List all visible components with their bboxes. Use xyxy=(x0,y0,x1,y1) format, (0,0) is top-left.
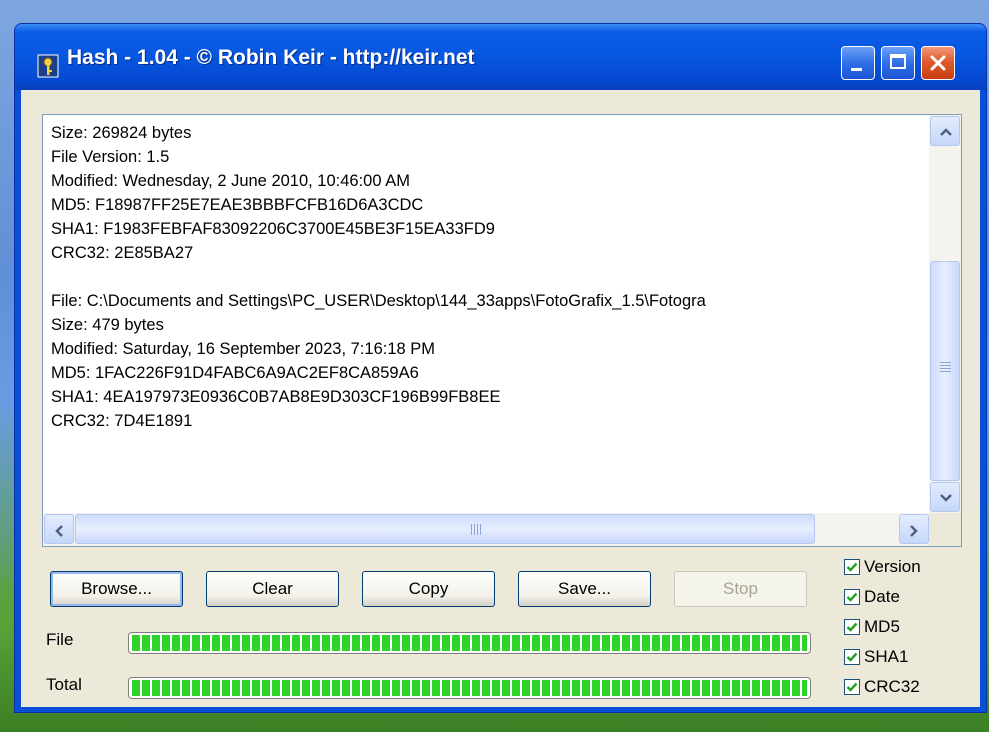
checkbox-sha1[interactable] xyxy=(844,649,860,665)
grip-icon xyxy=(940,362,951,374)
scroll-right-button[interactable] xyxy=(899,514,929,544)
file-progress-fill xyxy=(132,635,807,651)
scroll-up-button[interactable] xyxy=(930,116,960,146)
option-label: CRC32 xyxy=(864,677,920,696)
scroll-down-button[interactable] xyxy=(930,482,960,512)
chevron-left-icon xyxy=(55,525,63,537)
horizontal-scrollbar[interactable] xyxy=(43,513,930,546)
maximize-button[interactable] xyxy=(881,46,915,80)
chevron-right-icon xyxy=(910,525,918,537)
checkmark-icon xyxy=(846,562,858,572)
minimize-button[interactable] xyxy=(841,46,875,80)
hash-output-text[interactable]: Size: 269824 bytes File Version: 1.5 Mod… xyxy=(43,115,930,513)
scroll-left-button[interactable] xyxy=(44,514,74,544)
close-icon xyxy=(930,55,946,71)
checkmark-icon xyxy=(846,652,858,662)
hash-output-box[interactable]: Size: 269824 bytes File Version: 1.5 Mod… xyxy=(42,114,962,547)
option-label: MD5 xyxy=(864,617,900,636)
grip-icon xyxy=(471,524,481,535)
chevron-down-icon xyxy=(940,494,952,502)
title-bar[interactable]: Hash - 1.04 - © Robin Keir - http://keir… xyxy=(15,24,986,90)
checkmark-icon xyxy=(846,622,858,632)
checkmark-icon xyxy=(846,592,858,602)
total-progress-fill xyxy=(132,680,807,696)
close-button[interactable] xyxy=(921,46,955,80)
vertical-scroll-thumb[interactable] xyxy=(930,261,960,481)
scroll-corner xyxy=(929,513,961,546)
file-progress-bar xyxy=(128,632,811,654)
total-progress-bar xyxy=(128,677,811,699)
option-version[interactable]: Version xyxy=(844,557,921,577)
file-progress-label: File xyxy=(46,630,74,649)
option-date[interactable]: Date xyxy=(844,587,900,607)
checkbox-version[interactable] xyxy=(844,559,860,575)
option-label: SHA1 xyxy=(864,647,909,666)
clear-button[interactable]: Clear xyxy=(206,571,339,607)
horizontal-scroll-thumb[interactable] xyxy=(75,514,815,544)
option-crc32[interactable]: CRC32 xyxy=(844,677,920,697)
option-label: Date xyxy=(864,587,900,606)
save-button[interactable]: Save... xyxy=(518,571,651,607)
key-icon xyxy=(37,54,59,78)
total-progress-label: Total xyxy=(46,675,82,694)
vertical-scrollbar[interactable] xyxy=(929,115,961,513)
option-label: Version xyxy=(864,557,921,576)
option-md5[interactable]: MD5 xyxy=(844,617,900,637)
checkmark-icon xyxy=(846,682,858,692)
chevron-up-icon xyxy=(940,128,952,136)
hash-window: Hash - 1.04 - © Robin Keir - http://keir… xyxy=(14,23,987,713)
checkbox-date[interactable] xyxy=(844,589,860,605)
checkbox-crc32[interactable] xyxy=(844,679,860,695)
option-sha1[interactable]: SHA1 xyxy=(844,647,908,667)
window-title: Hash - 1.04 - © Robin Keir - http://keir… xyxy=(67,46,475,69)
client-area: Size: 269824 bytes File Version: 1.5 Mod… xyxy=(21,90,980,707)
checkbox-md5[interactable] xyxy=(844,619,860,635)
copy-button[interactable]: Copy xyxy=(362,571,495,607)
browse-button[interactable]: Browse... xyxy=(50,571,183,607)
stop-button[interactable]: Stop xyxy=(674,571,807,607)
